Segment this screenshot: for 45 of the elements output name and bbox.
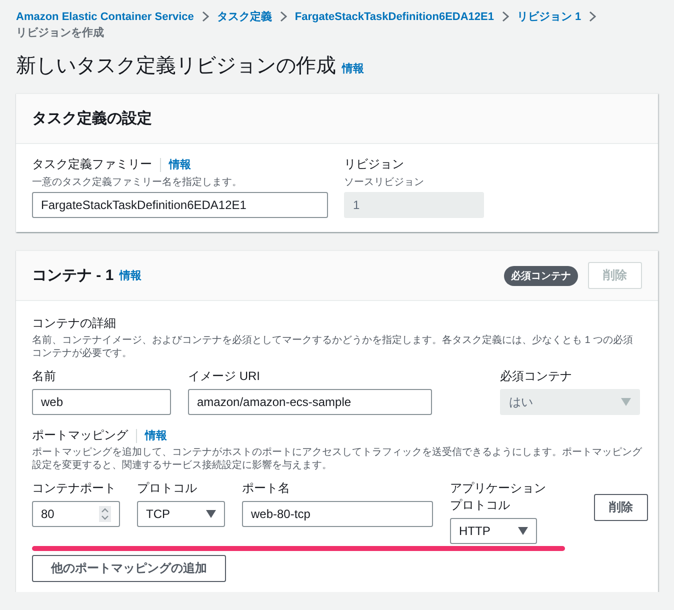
breadcrumb-link[interactable]: タスク定義 [216, 9, 272, 24]
number-field[interactable]: 80 [32, 501, 120, 527]
field-label: ポート名 [242, 480, 291, 497]
section-heading: タスク定義の設定 [32, 109, 152, 128]
status-badge: 必須コンテナ [504, 266, 578, 286]
field-label: 必須コンテナ [500, 368, 573, 385]
field-label: コンテナポート [32, 480, 117, 497]
field-label: イメージ URI [188, 368, 261, 385]
subsection-heading: ポートマッピング [32, 427, 128, 444]
caret-icon [621, 398, 631, 406]
chevron-icon [589, 11, 596, 22]
select-field[interactable]: TCP [137, 501, 225, 527]
input-field[interactable]: FargateStackTaskDefinition6EDA12E1 [32, 192, 328, 218]
field-label: アプリケーションプロトコル [450, 480, 546, 514]
section-description: 名前、コンテナイメージ、およびコンテナを必須としてマークするかどうかを指定します。各タスク定義には、少なくとも 1 つの必須コンテナが必要です。 [32, 334, 634, 360]
input-field[interactable]: web-80-tcp [242, 501, 433, 527]
select-field[interactable]: HTTP [450, 518, 537, 544]
field-label: リビジョン [344, 156, 405, 173]
page-title: 新しいタスク定義リビジョンの作成 [16, 54, 336, 79]
section-description: ポートマッピングを追加して、コンテナがホストのポートにアクセスしてトラフィックを送受信できるようにします。ポートマッピング設定を変更すると、関連するサービス接続設定に影響を与えます。 [32, 446, 642, 472]
section-heading: コンテナ - 1 [32, 266, 114, 285]
field-description: ソースリビジョン [344, 176, 425, 189]
input-field[interactable]: web [32, 389, 171, 415]
subsection-heading: コンテナの詳細 [32, 315, 117, 332]
field-label: プロトコル [137, 480, 198, 497]
info-link[interactable]: 情報 [120, 268, 142, 283]
info-link[interactable]: 情報 [342, 61, 364, 76]
breadcrumb-link[interactable]: FargateStackTaskDefinition6EDA12E1 [294, 10, 494, 22]
caret-icon [206, 510, 216, 518]
field-label: タスク定義ファミリー [32, 156, 152, 173]
remove-button[interactable]: 削除 [594, 494, 648, 521]
chevron-icon [502, 11, 509, 22]
input-field[interactable]: amazon/amazon-ecs-sample [188, 389, 432, 415]
breadcrumb-current: リビジョンを作成 [16, 26, 104, 40]
chevron-icon [202, 11, 209, 22]
add-port-mapping-button[interactable]: 他のポートマッピングの追加 [32, 555, 226, 582]
chevron-icon [280, 11, 287, 22]
field-description: 一意のタスク定義ファミリー名を指定します。 [32, 176, 243, 189]
info-link[interactable]: 情報 [169, 157, 191, 172]
breadcrumb-link[interactable]: Amazon Elastic Container Service [16, 10, 194, 22]
caret-icon [518, 527, 528, 535]
info-link[interactable]: 情報 [145, 428, 167, 443]
spinner-icon[interactable] [99, 506, 111, 522]
field-label: 名前 [32, 368, 57, 385]
breadcrumb-link[interactable]: リビジョン 1 [517, 9, 582, 24]
